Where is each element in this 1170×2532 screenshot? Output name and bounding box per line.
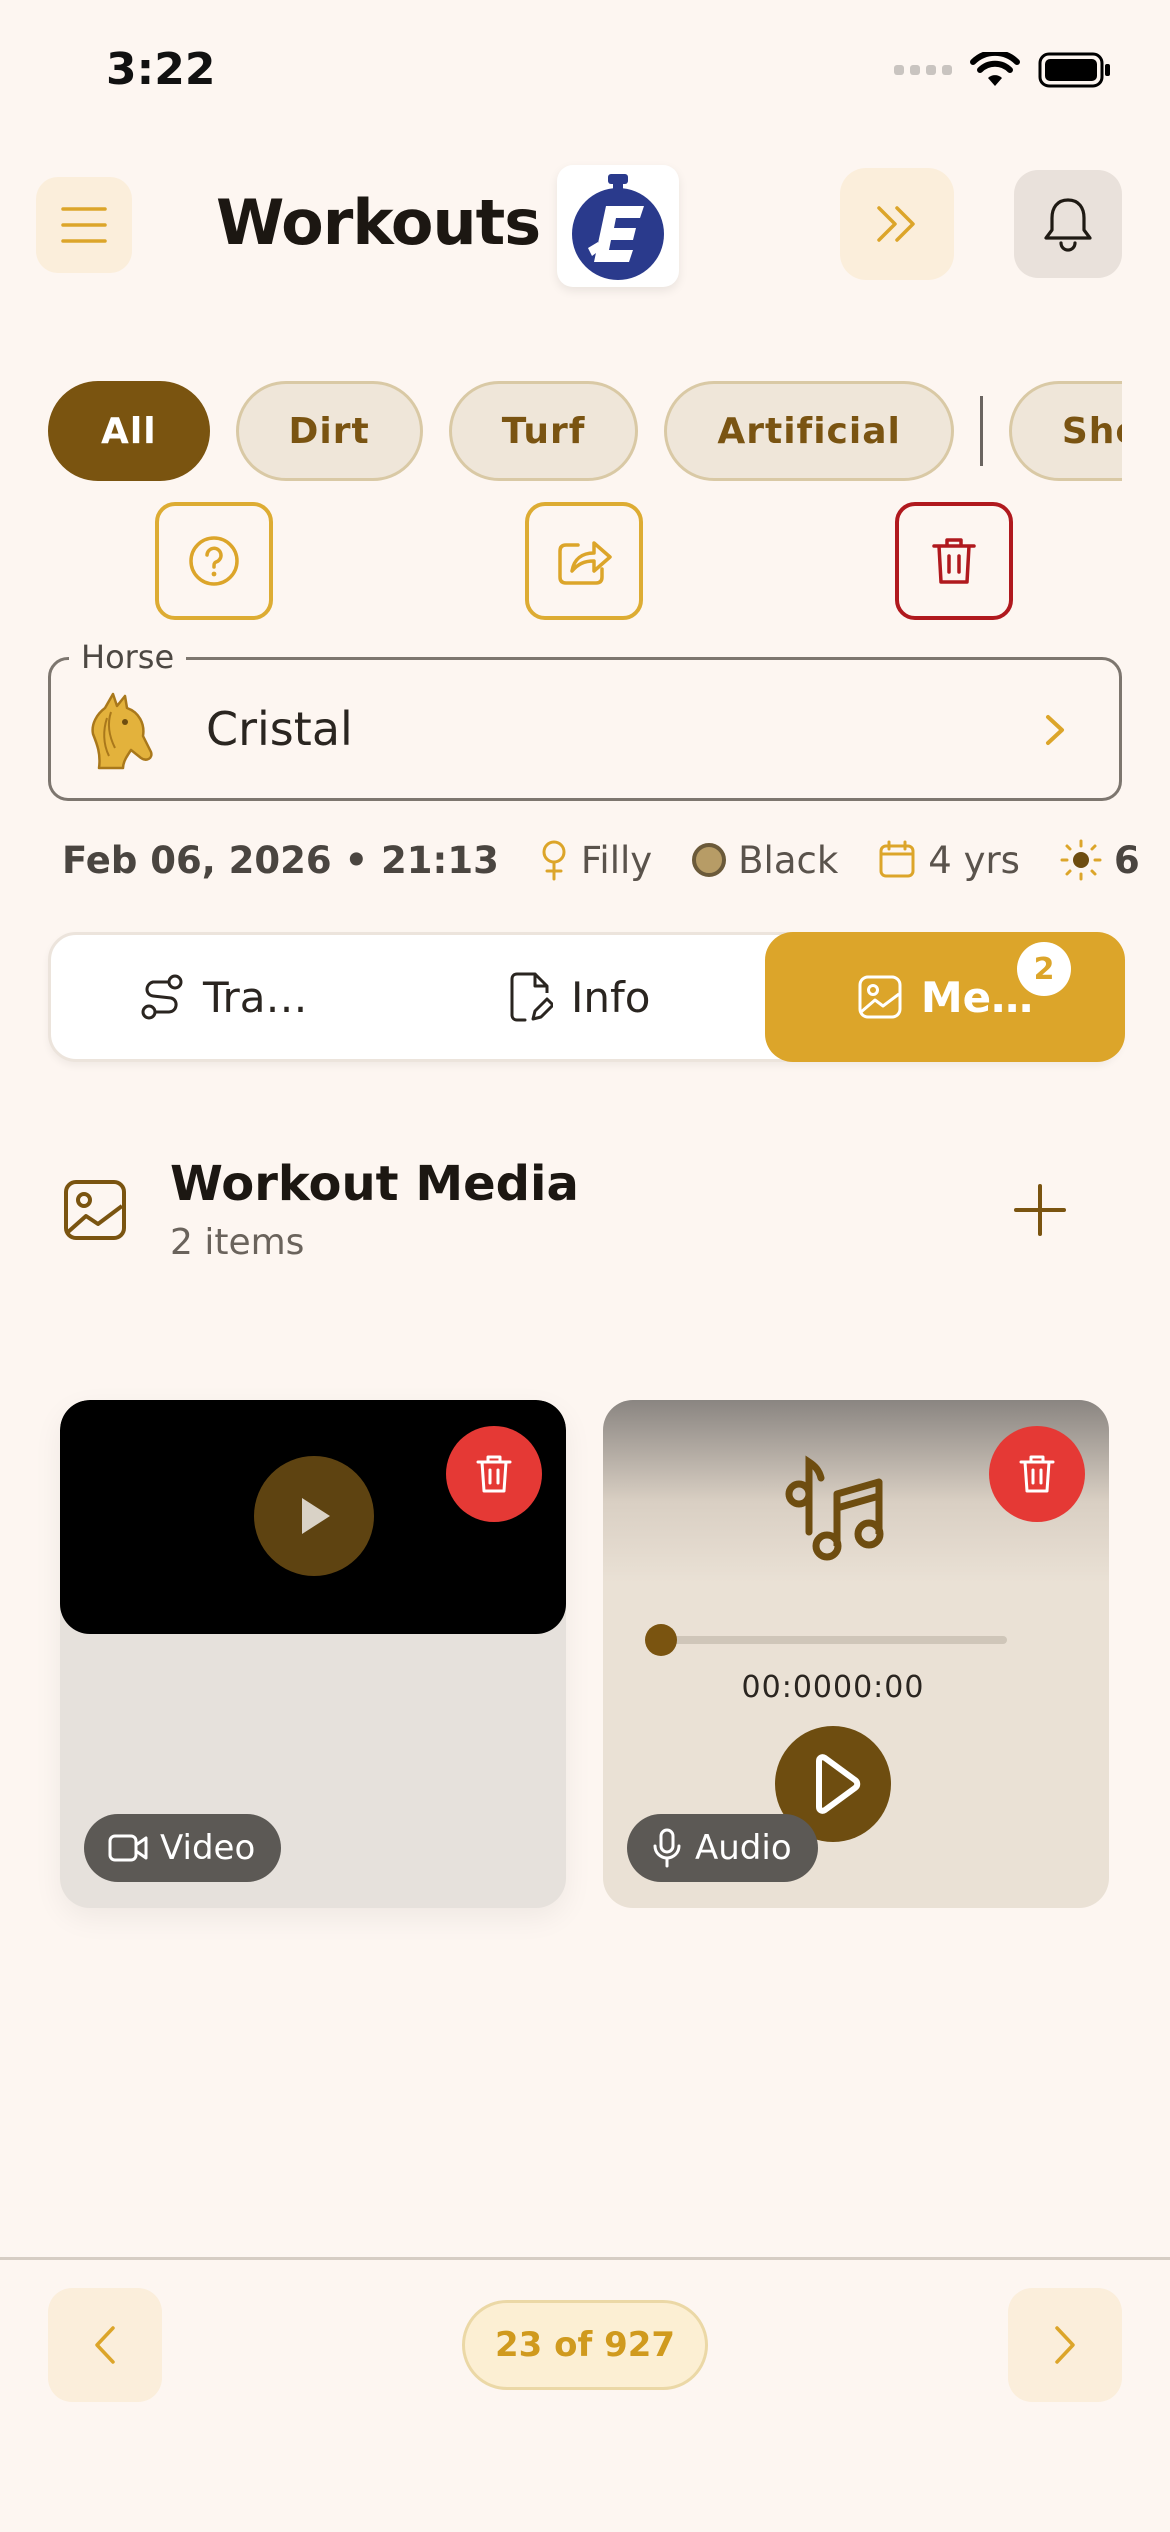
stopwatch-logo-icon [572, 174, 664, 280]
image-icon [858, 975, 902, 1019]
horse-head-icon [91, 692, 153, 770]
calendar-outline-icon [879, 840, 915, 878]
audio-progress-handle[interactable] [645, 1624, 677, 1656]
share-button[interactable] [525, 502, 643, 620]
filter-chip-dirt[interactable]: Dirt [235, 381, 423, 481]
media-type-label: Audio [695, 1828, 792, 1868]
chevron-right-icon [1055, 2326, 1075, 2364]
filter-chip-artificial[interactable]: Artificial [664, 381, 954, 481]
sex-info: Filly [539, 839, 652, 882]
audio-progress-track[interactable] [659, 1636, 1007, 1644]
media-type-label: Video [160, 1828, 256, 1868]
play-video-button[interactable] [254, 1456, 374, 1576]
double-chevron-right-icon [877, 206, 915, 242]
page-title: Workouts [216, 186, 541, 259]
status-time: 3:22 [106, 44, 216, 95]
play-icon [302, 1498, 330, 1534]
horse-age: 4 yrs [928, 838, 1020, 882]
music-note-icon [785, 1455, 884, 1561]
tab-track[interactable]: Tra… [139, 935, 308, 1059]
delete-workout-button[interactable] [895, 502, 1013, 620]
tab-info-label: Info [571, 972, 651, 1022]
microphone-icon [653, 1828, 681, 1868]
filter-chip-all[interactable]: All [48, 381, 210, 481]
trash-icon [1019, 1455, 1055, 1493]
sun-icon [1060, 839, 1102, 881]
media-count-badge: 2 [1017, 942, 1071, 996]
workout-pager: 23 of 927 [462, 2300, 708, 2390]
bottom-divider [0, 2257, 1170, 2260]
media-card-audio[interactable]: 00:0000:00 Audio [603, 1400, 1109, 1908]
horse-selector[interactable]: Horse Cristal [48, 638, 1122, 801]
play-icon [816, 1754, 861, 1814]
tab-media[interactable]: Me… 2 [765, 932, 1125, 1062]
surface-filter-chips: All Dirt Turf Artificial Short Course [48, 380, 1122, 482]
tab-info[interactable]: Info [509, 935, 651, 1059]
trash-icon [476, 1455, 512, 1493]
horse-field-label: Horse [69, 638, 187, 676]
workout-datetime: Feb 06, 2026 • 21:13 [62, 838, 499, 882]
battery-icon [1038, 52, 1110, 88]
workout-meta-row: Feb 06, 2026 • 21:13 Filly Black 4 yrs 6 [48, 830, 1138, 890]
filter-chip-turf[interactable]: Turf [448, 381, 639, 481]
help-button[interactable] [155, 502, 273, 620]
age-info: 4 yrs [878, 839, 1020, 882]
chip-divider [979, 396, 983, 466]
video-camera-icon [108, 1834, 148, 1862]
media-type-pill: Audio [627, 1814, 818, 1882]
bell-icon [1044, 198, 1092, 252]
chevron-left-icon [95, 2326, 115, 2364]
workout-tabs: Tra… Info Me… 2 [48, 932, 1125, 1062]
weather-info: 63°F [1060, 839, 1138, 882]
edit-document-icon [510, 972, 553, 1022]
question-circle-icon [189, 536, 239, 586]
media-type-pill: Video [84, 1814, 282, 1882]
skip-forward-button[interactable] [840, 168, 954, 280]
status-icons [894, 52, 1112, 88]
temperature: 63°F [1113, 838, 1138, 882]
image-icon [64, 1180, 126, 1240]
horse-color: Black [738, 838, 839, 882]
horse-name: Cristal [206, 702, 353, 756]
plus-icon [1014, 1184, 1066, 1236]
filter-chip-short-course[interactable]: Short Course [1008, 381, 1122, 481]
delete-media-button[interactable] [446, 1426, 542, 1522]
audio-time: 00:0000:00 [741, 1670, 925, 1705]
section-subtitle: 2 items [170, 1222, 305, 1263]
menu-button[interactable] [36, 177, 132, 273]
tab-track-label: Tra… [203, 972, 308, 1022]
media-card-video[interactable]: Video [60, 1400, 566, 1908]
notifications-button[interactable] [1014, 170, 1122, 278]
previous-workout-button[interactable] [48, 2288, 162, 2402]
trash-icon [932, 538, 976, 584]
coat-color-swatch [692, 843, 727, 877]
tab-media-label: Me… [920, 972, 1034, 1022]
wifi-icon [970, 52, 1020, 86]
chevron-right-icon [1046, 715, 1064, 745]
female-symbol-icon [542, 840, 566, 881]
delete-media-button[interactable] [989, 1426, 1085, 1522]
add-media-button[interactable] [1000, 1170, 1080, 1250]
hamburger-menu-icon [61, 207, 107, 243]
color-info: Black [692, 839, 838, 882]
route-icon [141, 974, 183, 1020]
section-title: Workout Media [170, 1156, 579, 1212]
horse-sex: Filly [580, 838, 653, 882]
next-workout-button[interactable] [1008, 2288, 1122, 2402]
app-logo [557, 165, 679, 287]
cellular-signal-icon [894, 65, 952, 75]
share-icon [558, 541, 612, 585]
